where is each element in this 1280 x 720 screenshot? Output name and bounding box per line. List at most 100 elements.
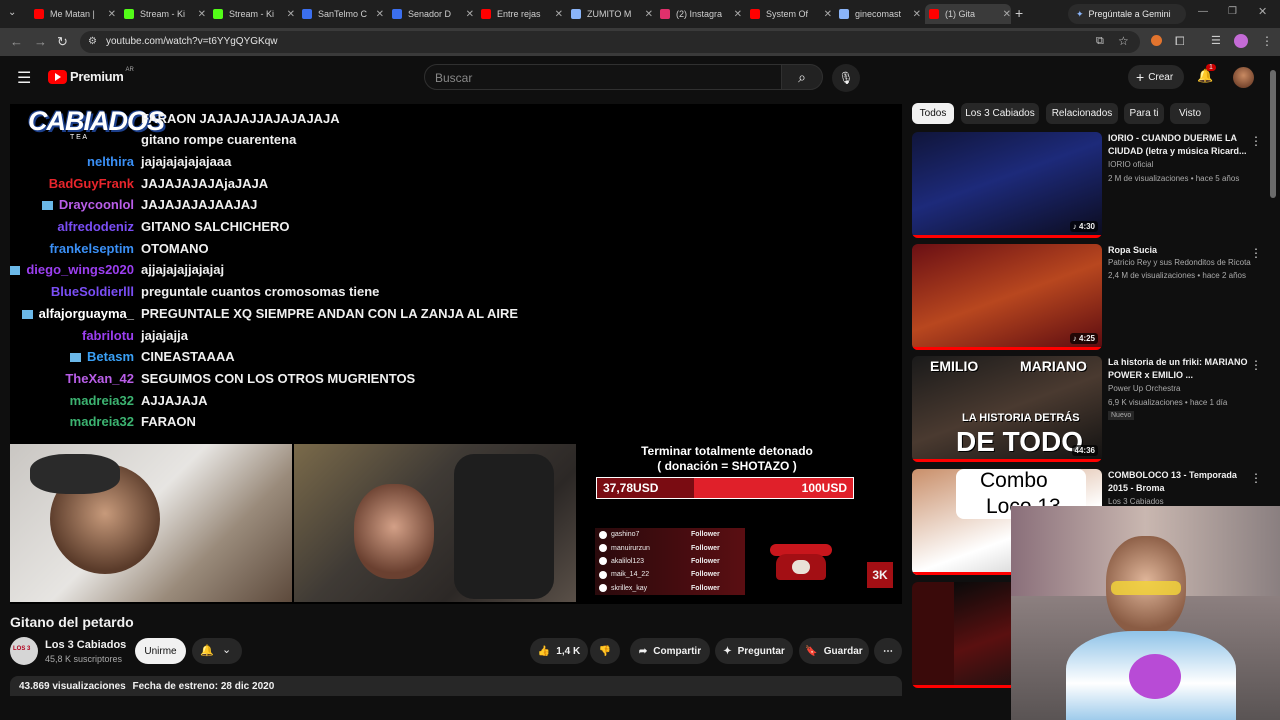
forward-arrow-icon[interactable]: → bbox=[34, 34, 47, 49]
recommended-channel[interactable]: Los 3 Cabiados bbox=[1108, 497, 1164, 506]
media-control-icon[interactable]: ☰ bbox=[1211, 34, 1221, 47]
filter-chip[interactable]: Visto bbox=[1170, 103, 1210, 124]
browser-menu-icon[interactable]: ⋮ bbox=[1261, 34, 1273, 48]
filter-chip[interactable]: Relacionados bbox=[1046, 103, 1118, 124]
account-avatar[interactable] bbox=[1233, 67, 1254, 88]
more-options-icon[interactable]: ⋮ bbox=[1250, 358, 1262, 372]
youtube-play-icon bbox=[48, 69, 67, 84]
description-box[interactable]: 43.869 visualizaciones Fecha de estreno:… bbox=[10, 676, 902, 696]
chat-message-text: OTOMANO bbox=[141, 240, 209, 256]
filter-chip[interactable]: Para ti bbox=[1124, 103, 1164, 124]
more-actions-button[interactable]: ⋯ bbox=[874, 638, 902, 664]
back-arrow-icon[interactable]: ← bbox=[10, 34, 23, 49]
new-tab-button[interactable]: + bbox=[1015, 5, 1023, 21]
browser-tab[interactable]: (2) Instagra ✕ bbox=[656, 4, 742, 24]
recommended-title[interactable]: Ropa Sucia bbox=[1108, 244, 1248, 257]
recommended-channel[interactable]: IORIO oficial bbox=[1108, 160, 1153, 169]
youtube-logo[interactable]: Premium AR bbox=[48, 67, 134, 84]
gemini-button[interactable]: ✦ Pregúntale a Gemini bbox=[1068, 4, 1186, 24]
browser-tab[interactable]: Me Matan | ✕ bbox=[30, 4, 116, 24]
filter-chip[interactable]: Todos bbox=[912, 103, 954, 124]
tab-list-chevron-icon[interactable]: ⌄ bbox=[8, 7, 16, 18]
site-info-icon[interactable]: ⚙ bbox=[88, 36, 97, 47]
browser-tab[interactable]: System Of ✕ bbox=[746, 4, 832, 24]
video-thumbnail[interactable]: ♪ 4:30 bbox=[912, 132, 1102, 238]
video-player[interactable]: CABIADOS T E A FARAON JAJAJAJJAJAJAJAJA g… bbox=[10, 104, 902, 604]
tab-close-icon[interactable]: ✕ bbox=[466, 9, 474, 20]
thumbnail-text: LA HISTORIA DETRÁS bbox=[962, 412, 1080, 424]
tab-close-icon[interactable]: ✕ bbox=[376, 9, 384, 20]
tab-close-icon[interactable]: ✕ bbox=[555, 9, 563, 20]
create-button[interactable]: + Crear bbox=[1128, 65, 1184, 89]
hamburger-menu-icon[interactable]: ☰ bbox=[17, 68, 31, 88]
recommended-title[interactable]: COMBOLOCO 13 - Temporada 2015 - Broma bbox=[1108, 469, 1248, 495]
video-thumbnail[interactable]: EMILIO MARIANO LA HISTORIA DETRÁS DE TODO 44… bbox=[912, 356, 1102, 462]
reload-icon[interactable]: ↻ bbox=[57, 34, 68, 50]
browser-tab[interactable]: (1) Gita ✕ bbox=[925, 4, 1011, 24]
chat-username-text: fabrilotu bbox=[82, 327, 134, 343]
more-options-icon[interactable]: ⋮ bbox=[1250, 471, 1262, 485]
browser-tab[interactable]: ZUMITO M ✕ bbox=[567, 4, 653, 24]
search-input[interactable]: Buscar bbox=[424, 64, 782, 90]
tab-close-icon[interactable]: ✕ bbox=[734, 9, 742, 20]
filter-chip[interactable]: Los 3 Cabiados bbox=[961, 103, 1039, 124]
recommended-channel[interactable]: Patricio Rey y sus Redonditos de Ricota bbox=[1108, 258, 1251, 267]
channel-avatar[interactable]: LOS 3 bbox=[10, 637, 38, 665]
save-button[interactable]: 🔖 Guardar bbox=[799, 638, 869, 664]
tab-close-icon[interactable]: ✕ bbox=[287, 9, 295, 20]
ask-button[interactable]: ✦ Preguntar bbox=[715, 638, 793, 664]
channel-name[interactable]: Los 3 Cabiados bbox=[45, 639, 126, 651]
browser-tab[interactable]: Stream - Ki ✕ bbox=[120, 4, 206, 24]
video-duration: 44:36 bbox=[1071, 445, 1098, 456]
browser-tab[interactable]: SanTelmo C ✕ bbox=[298, 4, 384, 24]
browser-tab[interactable]: Stream - Ki ✕ bbox=[209, 4, 295, 24]
tab-close-icon[interactable]: ✕ bbox=[198, 9, 206, 20]
browser-tab[interactable]: Senador D ✕ bbox=[388, 4, 474, 24]
tab-close-icon[interactable]: ✕ bbox=[913, 9, 921, 20]
join-button[interactable]: Unirme bbox=[135, 638, 186, 664]
tab-label: System Of bbox=[766, 9, 809, 19]
tab-close-icon[interactable]: ✕ bbox=[1003, 9, 1011, 20]
goal-title-line1: Terminar totalmente detonado bbox=[641, 444, 813, 458]
extension-icon[interactable] bbox=[1151, 35, 1162, 46]
tab-close-icon[interactable]: ✕ bbox=[824, 9, 832, 20]
notification-settings-button[interactable]: 🔔 ⌄ bbox=[192, 638, 242, 664]
browser-tab[interactable]: Entre rejas ✕ bbox=[477, 4, 563, 24]
chat-username-text: nelthira bbox=[87, 153, 134, 169]
more-options-icon[interactable]: ⋮ bbox=[1250, 134, 1262, 148]
tab-label: ginecomast bbox=[855, 9, 902, 19]
restore-button[interactable]: ❐ bbox=[1228, 6, 1237, 17]
dislike-button[interactable]: 👎 bbox=[590, 638, 620, 664]
search-button[interactable]: ⌕ bbox=[781, 64, 823, 90]
recommended-channel[interactable]: Power Up Orchestra bbox=[1108, 384, 1180, 393]
tab-favicon-icon bbox=[213, 9, 223, 19]
plus-icon: + bbox=[1136, 69, 1145, 85]
url-text[interactable]: youtube.com/watch?v=t6YYgQYGKqw bbox=[106, 36, 277, 47]
page-scrollbar[interactable] bbox=[1270, 70, 1276, 198]
bookmark-star-icon[interactable]: ☆ bbox=[1118, 34, 1129, 48]
puzzle-icon[interactable]: ⧠ bbox=[1175, 34, 1185, 49]
browser-tab[interactable]: ginecomast ✕ bbox=[835, 4, 921, 24]
voice-search-button[interactable]: 🎙 bbox=[832, 64, 860, 92]
more-options-icon[interactable]: ⋮ bbox=[1250, 246, 1262, 260]
chat-message: madreia32 FARAON bbox=[10, 412, 902, 432]
chat-username: nelthira bbox=[87, 154, 134, 169]
webcam-feed-left bbox=[10, 444, 292, 602]
like-button[interactable]: 👍 1,4 K bbox=[530, 638, 588, 664]
notifications-button[interactable]: 🔔 1 bbox=[1197, 64, 1216, 84]
omnibox[interactable]: ⚙ youtube.com/watch?v=t6YYgQYGKqw ⧉ ☆ bbox=[80, 31, 1140, 53]
recommended-video[interactable]: ♪ 4:25 Ropa Sucia Patricio Rey y sus Redon… bbox=[912, 244, 1262, 352]
close-window-button[interactable]: ✕ bbox=[1258, 5, 1267, 18]
install-app-icon[interactable]: ⧉ bbox=[1096, 35, 1104, 48]
recommended-video[interactable]: EMILIO MARIANO LA HISTORIA DETRÁS DE TODO 44… bbox=[912, 356, 1262, 464]
recommended-title[interactable]: IORIO - CUANDO DUERME LA CIUDAD (letra y… bbox=[1108, 132, 1248, 158]
chat-message-text: ajjajajajjajajaj bbox=[141, 262, 225, 278]
video-thumbnail[interactable]: ♪ 4:25 bbox=[912, 244, 1102, 350]
share-button[interactable]: ➦ Compartir bbox=[630, 638, 710, 664]
recommended-video[interactable]: ♪ 4:30 IORIO - CUANDO DUERME LA CIUDAD (l… bbox=[912, 132, 1262, 240]
minimize-button[interactable]: — bbox=[1198, 6, 1208, 17]
profile-avatar[interactable] bbox=[1234, 34, 1248, 48]
tab-close-icon[interactable]: ✕ bbox=[108, 9, 116, 20]
tab-close-icon[interactable]: ✕ bbox=[645, 9, 653, 20]
recommended-title[interactable]: La historia de un friki: MARIANO POWER x… bbox=[1108, 356, 1248, 382]
